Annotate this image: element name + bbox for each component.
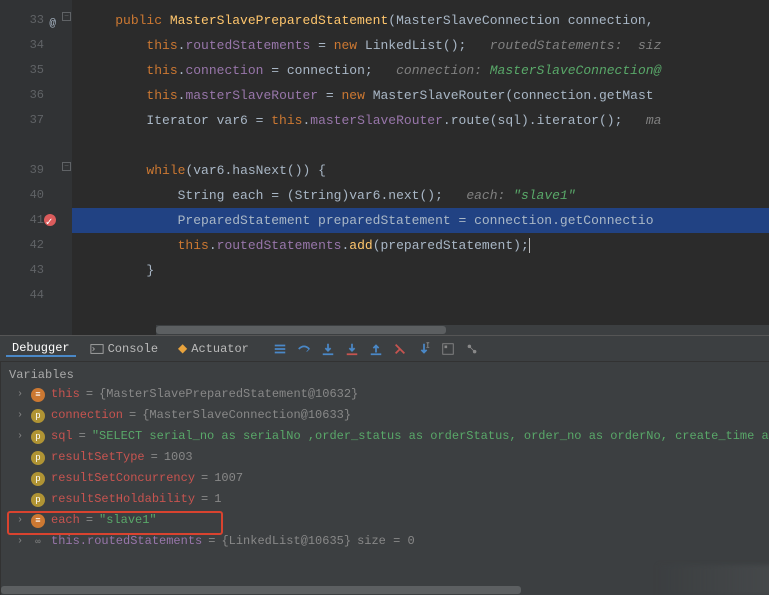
param-icon: p	[31, 409, 45, 423]
evaluate-icon[interactable]	[441, 342, 455, 356]
tab-console[interactable]: Console	[84, 342, 164, 356]
override-icon: @	[42, 12, 56, 26]
run-to-cursor-icon[interactable]: I	[417, 342, 431, 356]
line-number: 42	[0, 233, 72, 258]
step-over-icon[interactable]	[297, 342, 311, 356]
debug-body: Fra ← + <init>: <init>: prepare invoke i…	[0, 362, 769, 595]
drop-frame-icon[interactable]	[393, 342, 407, 356]
variable-row-resultsettype[interactable]: p resultSetType = 1003	[1, 447, 769, 468]
code-line[interactable]: this.connection = connection; connection…	[72, 58, 769, 83]
link-icon: ∞	[31, 535, 45, 549]
this-icon: ≡	[31, 388, 45, 402]
param-icon: p	[31, 493, 45, 507]
tab-actuator[interactable]: ◆ Actuator	[172, 341, 255, 356]
line-number: 40	[0, 183, 72, 208]
code-line[interactable]: this.routedStatements = new LinkedList()…	[72, 33, 769, 58]
expand-icon[interactable]: ›	[15, 405, 25, 426]
line-number: 34	[0, 33, 72, 58]
variables-header: Variables	[1, 366, 769, 384]
variable-row-routedstatements[interactable]: › ∞ this.routedStatements = {LinkedList@…	[1, 531, 769, 552]
code-line-blank[interactable]	[72, 283, 769, 308]
param-icon: p	[31, 430, 45, 444]
line-number: 43	[0, 258, 72, 283]
expand-icon[interactable]: ›	[15, 384, 25, 405]
line-number: 36	[0, 83, 72, 108]
editor-gutter: 33@ 34 35 36 37 39 40 41 42 43 44 − −	[0, 0, 72, 335]
scrollbar-thumb[interactable]	[156, 326, 446, 334]
param-icon: p	[31, 472, 45, 486]
variable-row-resultsetholdability[interactable]: p resultSetHoldability = 1	[1, 489, 769, 510]
trace-icon[interactable]	[465, 342, 479, 356]
fold-icon[interactable]: −	[62, 12, 71, 21]
code-line[interactable]: Iterator var6 = this.masterSlaveRouter.r…	[72, 108, 769, 133]
console-icon	[90, 342, 104, 356]
show-execution-point-icon[interactable]	[273, 342, 287, 356]
editor-horizontal-scrollbar[interactable]	[156, 325, 769, 335]
debug-panel: Debugger Console ◆ Actuator I Fra ← +	[0, 335, 769, 595]
breakpoint-icon[interactable]	[44, 214, 56, 226]
code-line[interactable]: public MasterSlavePreparedStatement(Mast…	[72, 8, 769, 33]
actuator-icon: ◆	[178, 341, 187, 356]
code-line[interactable]: this.masterSlaveRouter = new MasterSlave…	[72, 83, 769, 108]
code-line[interactable]: while(var6.hasNext()) {	[72, 158, 769, 183]
code-line[interactable]: }	[72, 258, 769, 283]
force-step-into-icon[interactable]	[345, 342, 359, 356]
line-number-blank	[0, 133, 72, 158]
svg-text:I: I	[426, 342, 430, 350]
line-number: 35	[0, 58, 72, 83]
tab-debugger[interactable]: Debugger	[6, 341, 76, 357]
debug-toolbar: I	[273, 342, 479, 356]
variables-horizontal-scrollbar[interactable]	[1, 585, 769, 595]
variable-row-each[interactable]: › ≡ each = "slave1"	[1, 510, 769, 531]
line-number: 41	[0, 208, 72, 233]
code-editor[interactable]: 33@ 34 35 36 37 39 40 41 42 43 44 − − pu…	[0, 0, 769, 335]
object-icon: ≡	[31, 514, 45, 528]
variable-row-this[interactable]: › ≡ this = {MasterSlavePreparedStatement…	[1, 384, 769, 405]
expand-icon[interactable]: ›	[15, 531, 25, 552]
variables-panel[interactable]: Variables › ≡ this = {MasterSlavePrepare…	[1, 362, 769, 595]
code-line[interactable]: String each = (String)var6.next(); each:…	[72, 183, 769, 208]
debug-tabs: Debugger Console ◆ Actuator I	[0, 336, 769, 362]
variable-row-sql[interactable]: › p sql = "SELECT serial_no as serialNo …	[1, 426, 769, 447]
execution-line[interactable]: PreparedStatement preparedStatement = co…	[72, 208, 769, 233]
code-line[interactable]: this.routedStatements.add(preparedStatem…	[72, 233, 769, 258]
code-line-blank[interactable]	[72, 133, 769, 158]
expand-icon[interactable]: ›	[15, 510, 25, 531]
line-number: 37	[0, 108, 72, 133]
scrollbar-thumb[interactable]	[1, 586, 521, 594]
variable-row-connection[interactable]: › p connection = {MasterSlaveConnection@…	[1, 405, 769, 426]
fold-icon[interactable]: −	[62, 162, 71, 171]
line-number: 44	[0, 283, 72, 308]
variable-row-resultsetconcurrency[interactable]: p resultSetConcurrency = 1007	[1, 468, 769, 489]
param-icon: p	[31, 451, 45, 465]
code-area[interactable]: public MasterSlavePreparedStatement(Mast…	[72, 0, 769, 335]
blur-overlay	[658, 565, 769, 595]
step-out-icon[interactable]	[369, 342, 383, 356]
step-into-icon[interactable]	[321, 342, 335, 356]
expand-icon[interactable]: ›	[15, 426, 25, 447]
